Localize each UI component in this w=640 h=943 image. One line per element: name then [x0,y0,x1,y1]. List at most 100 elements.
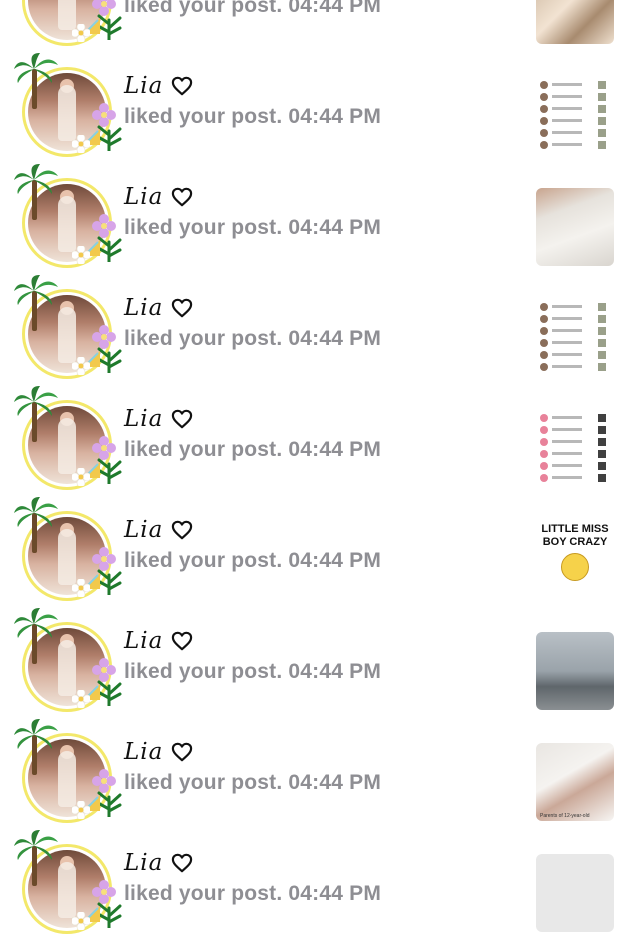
activity-time: 04:44 PM [288,660,382,683]
daisy-icon [72,246,90,264]
user-name[interactable]: Lia [124,295,163,321]
activity-time: 04:44 PM [288,0,382,17]
palm-tree-icon [14,608,58,664]
avatar[interactable] [14,719,122,827]
activity-action: liked your post. [124,438,283,461]
cartoon-character-icon [561,553,589,581]
heart-outline-icon [172,631,193,651]
activity-action: liked your post. [124,549,283,572]
activity-action: liked your post. [124,327,283,350]
palm-tree-icon [14,275,58,331]
activity-time: 04:44 PM [288,549,382,572]
name-line: Lia [124,848,381,878]
thumbnail-text: LITTLE MISS BOY CRAZY [541,523,609,548]
activity-time: 04:44 PM [288,882,382,905]
activity-line: liked your post. 04:44 PM [124,216,381,240]
palm-tree-icon [14,830,58,886]
activity-line: liked your post. 04:44 PM [124,0,381,18]
heart-outline-icon [172,520,193,540]
name-line: Lia [124,404,381,434]
name-line: Lia [124,182,381,212]
activity-action: liked your post. [124,105,283,128]
user-name[interactable]: Lia [124,73,163,99]
user-name[interactable]: Lia [124,517,163,543]
avatar[interactable] [14,386,122,494]
activity-action: liked your post. [124,0,283,17]
notification-row[interactable]: Lia liked your post. 04:44 PM LITTLE MISS B… [0,497,640,610]
notification-text: Lia liked your post.04:44 PM [124,515,381,573]
notification-text: Lialiked your post.04:44 PM [124,404,381,462]
post-thumbnail[interactable]: Parents of 12-year-old [536,743,614,821]
heart-outline-icon [172,187,193,207]
avatar[interactable] [14,608,122,716]
activity-line: liked your post. 04:44 PM [124,882,381,906]
avatar[interactable] [14,164,122,272]
thumbnail-caption: Parents of 12-year-old [540,813,590,819]
notification-row[interactable]: Lia liked your post.04:44 PM [0,53,640,166]
notification-row[interactable]: Lialiked your post.04:44 PM [0,386,640,499]
notification-row[interactable]: Lia liked your post.04:44 PM [0,830,640,943]
notification-text: Lialiked your post.04:44 PM [124,0,381,18]
activity-line: liked your post. 04:44 PM [124,549,381,573]
post-thumbnail[interactable] [536,854,614,932]
avatar[interactable] [14,275,122,383]
post-thumbnail[interactable] [536,77,614,155]
avatar[interactable] [14,53,122,161]
notification-text: Lialiked your post.04:44 PM [124,737,381,795]
daisy-icon [72,468,90,486]
palm-tree-icon [14,53,58,109]
daisy-icon [72,801,90,819]
post-thumbnail[interactable] [536,410,614,488]
post-thumbnail[interactable] [536,0,614,44]
post-thumbnail[interactable]: LITTLE MISS BOY CRAZY [536,521,614,599]
avatar[interactable] [16,0,122,50]
user-name[interactable]: Lia [124,850,163,876]
heart-outline-icon [172,742,193,762]
avatar[interactable] [14,497,122,605]
palm-tree-icon [14,719,58,775]
notification-text: Lia liked your post.04:44 PM [124,71,381,129]
name-line: Lia [124,71,381,101]
activity-line: liked your post. 04:44 PM [124,327,381,351]
notification-text: Lia liked your post.04:44 PM [124,293,381,351]
notification-text: Lia liked your post.04:44 PM [124,626,381,684]
activity-time: 04:44 PM [288,105,382,128]
daisy-icon [72,135,90,153]
activity-line: liked your post. 04:44 PM [124,660,381,684]
post-thumbnail[interactable] [536,632,614,710]
heart-outline-icon [172,76,193,96]
activity-action: liked your post. [124,660,283,683]
post-thumbnail[interactable] [536,299,614,377]
name-line: Lia [124,626,381,656]
daisy-icon [72,357,90,375]
heart-outline-icon [172,853,193,873]
daisy-icon [72,690,90,708]
daisy-icon [72,912,90,930]
notification-text: Lia liked your post.04:44 PM [124,848,381,906]
activity-time: 04:44 PM [288,771,382,794]
notification-text: Lia liked your post.04:44 PM [124,182,381,240]
palm-tree-icon [14,164,58,220]
notification-row[interactable]: Lia liked your post.04:44 PM [0,608,640,721]
notification-row[interactable]: Lia liked your post.04:44 PM [0,164,640,277]
user-name[interactable]: Lia [124,184,163,210]
notification-row[interactable]: Lialiked your post.04:44 PM [0,0,640,55]
heart-outline-icon [172,298,193,318]
avatar[interactable] [14,830,122,938]
notification-row[interactable]: Lia liked your post. 04:44 PM Parents of 12… [0,719,640,832]
user-name[interactable]: Lia [124,406,163,432]
daisy-icon [72,579,90,597]
activity-time: 04:44 PM [288,327,382,350]
name-line: Lia [124,293,381,323]
name-line: Lia [124,515,381,545]
notification-row[interactable]: Lia liked your post.04:44 PM [0,275,640,388]
user-name[interactable]: Lia [124,628,163,654]
activity-action: liked your post. [124,882,283,905]
activity-feed: Lialiked your post.04:44 PMLialiked your… [0,0,640,943]
user-name[interactable]: Lia [124,739,163,765]
palm-tree-icon [14,386,58,442]
palm-tree-icon [14,497,58,553]
post-thumbnail[interactable] [536,188,614,266]
activity-line: liked your post. 04:44 PM [124,105,381,129]
activity-action: liked your post. [124,216,283,239]
